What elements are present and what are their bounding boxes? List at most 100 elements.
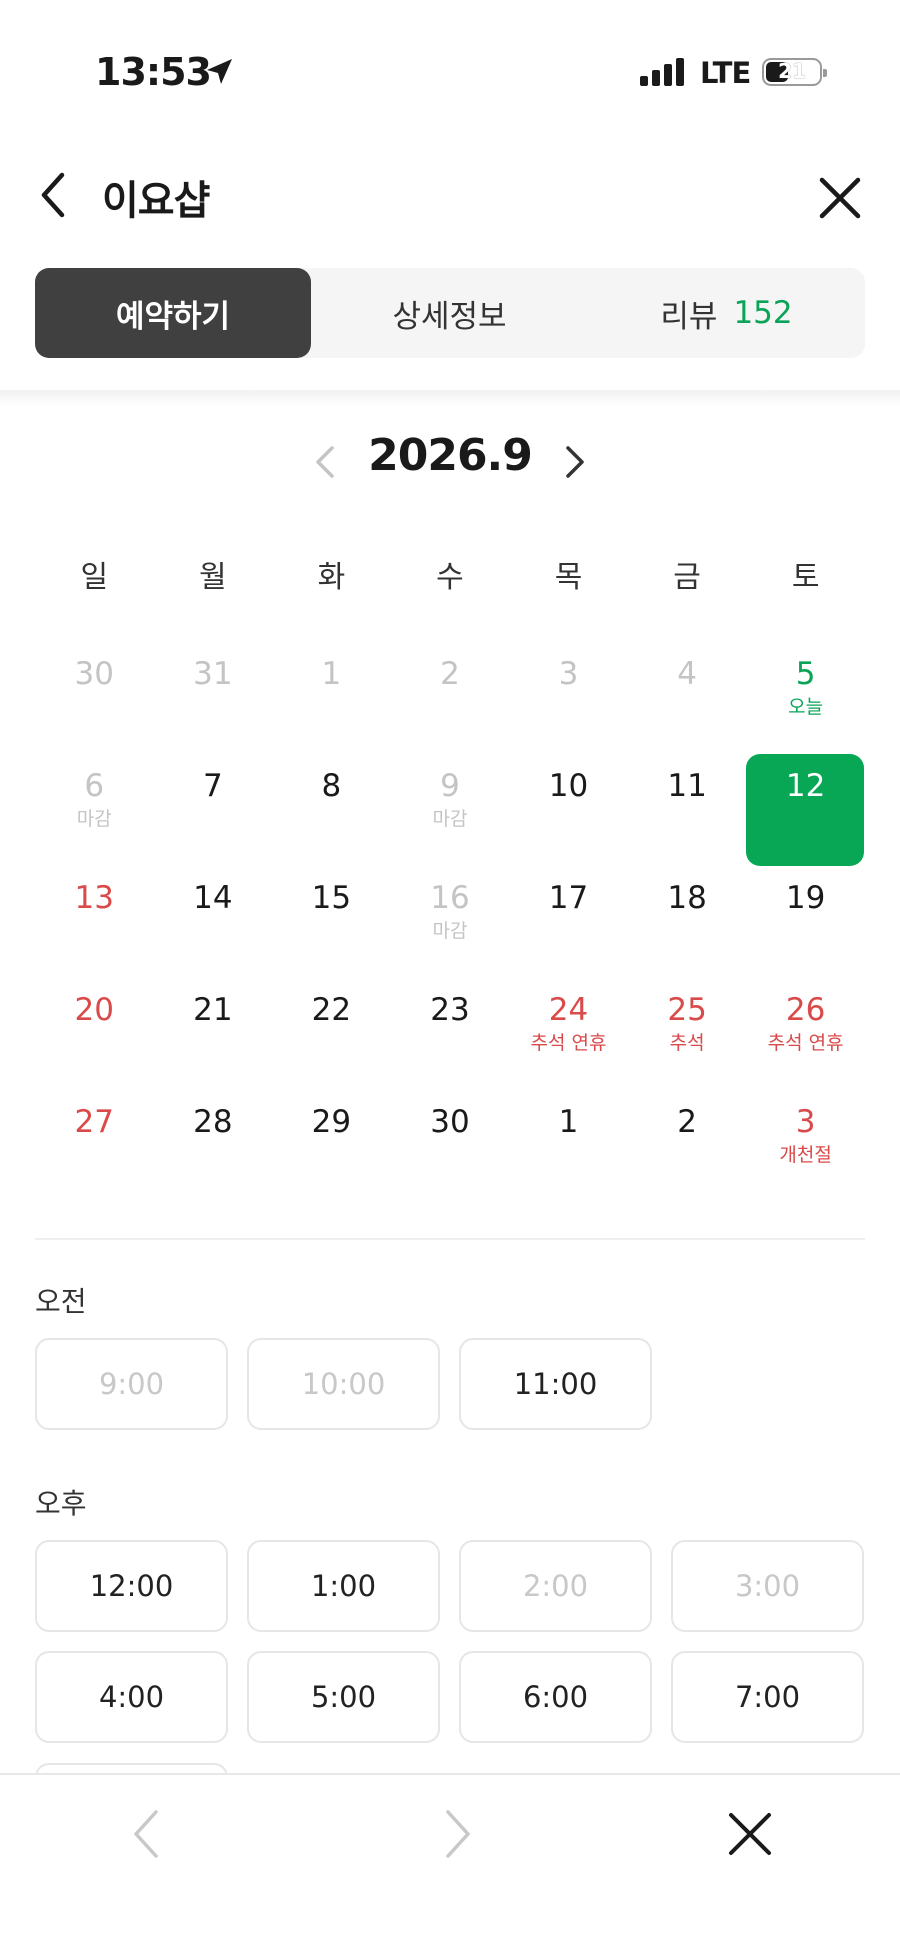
browser-forward-button[interactable] (438, 1806, 478, 1862)
prev-month-button[interactable] (310, 440, 340, 484)
browser-close-button[interactable] (725, 1806, 775, 1862)
time-slot-button[interactable]: 7:00 (671, 1651, 864, 1743)
time-slot-button: 2:00 (459, 1540, 652, 1632)
day-number: 2 (440, 656, 460, 692)
calendar-day[interactable]: 26 추석 연휴 (746, 968, 865, 1080)
section-shadow (0, 390, 900, 406)
calendar-day: 6 마감 (35, 744, 154, 856)
day-number: 3 (558, 656, 579, 692)
calendar-day[interactable]: 23 (391, 968, 510, 1080)
day-note: 오늘 (788, 696, 824, 718)
calendar-day[interactable]: 11 (628, 744, 747, 856)
weekday-label: 토 (791, 560, 820, 595)
back-button[interactable] (30, 165, 80, 225)
day-note: 마감 (76, 808, 112, 830)
day-number: 10 (548, 768, 589, 804)
calendar-grid: 30 31 1 2 3 4 5 오늘 6 마감 7 8 9 마감 10 11 12 13 14 15 16 마감 17 18 1… (35, 632, 865, 1192)
time-slot-button[interactable]: 4:00 (35, 1651, 228, 1743)
calendar-day[interactable]: 7 (154, 744, 273, 856)
time-slot-button: 9:00 (35, 1338, 228, 1430)
tab-reviews[interactable]: 리뷰 152 (588, 268, 865, 358)
location-arrow-icon (207, 59, 232, 84)
calendar-day[interactable]: 14 (154, 856, 273, 968)
day-number: 1 (558, 1104, 579, 1140)
time-slot-button[interactable]: 5:00 (247, 1651, 440, 1743)
calendar-day[interactable]: 24 추석 연휴 (509, 968, 628, 1080)
time-slot-button: 3:00 (671, 1540, 864, 1632)
status-time: 13:53 (95, 50, 212, 94)
next-month-button[interactable] (560, 440, 590, 484)
calendar-day[interactable]: 13 (35, 856, 154, 968)
weekday-label: 월 (199, 560, 227, 595)
day-note: 추석 연휴 (530, 1032, 607, 1054)
weekday-label: 수 (436, 560, 464, 595)
calendar-day: 31 (154, 632, 273, 744)
time-slot-button[interactable]: 11:00 (459, 1338, 652, 1430)
time-slot-button[interactable]: 6:00 (459, 1651, 652, 1743)
day-number: 18 (667, 880, 707, 916)
review-count: 152 (733, 295, 793, 331)
calendar-day-selected[interactable]: 12 (746, 744, 865, 866)
tab-reviews-label: 리뷰 (660, 298, 718, 335)
day-number: 13 (74, 880, 114, 916)
day-number: 9 (440, 768, 460, 804)
calendar-day[interactable]: 15 (272, 856, 391, 968)
weekday-label: 일 (80, 560, 109, 595)
calendar-day[interactable]: 1 (509, 1080, 628, 1192)
tab-details[interactable]: 상세정보 (311, 268, 588, 358)
day-number: 23 (430, 992, 470, 1028)
month-label: 2026.9 (368, 430, 533, 481)
day-number: 12 (785, 768, 826, 804)
calendar-day: 16 마감 (391, 856, 510, 968)
calendar-day[interactable]: 8 (272, 744, 391, 856)
divider (35, 1238, 865, 1240)
calendar-day[interactable]: 30 (391, 1080, 510, 1192)
am-time-slots: 9:00 10:00 11:00 (35, 1338, 865, 1430)
calendar-day[interactable]: 21 (154, 968, 273, 1080)
time-slot-button[interactable]: 1:00 (247, 1540, 440, 1632)
calendar-day: 4 (628, 632, 747, 744)
weekday-label: 화 (317, 560, 346, 595)
calendar-day[interactable]: 29 (272, 1080, 391, 1192)
calendar-day[interactable]: 27 (35, 1080, 154, 1192)
calendar-day[interactable]: 22 (272, 968, 391, 1080)
day-note: 개천절 (779, 1144, 832, 1166)
weekday-header: 일 월 화 수 목 금 토 (35, 552, 865, 602)
day-number: 7 (202, 768, 223, 804)
day-number: 30 (430, 1104, 470, 1140)
time-slot-button: 10:00 (247, 1338, 440, 1430)
calendar-day[interactable]: 19 (746, 856, 865, 968)
day-number: 25 (667, 992, 707, 1028)
day-number: 29 (311, 1104, 352, 1140)
day-note: 마감 (432, 808, 468, 830)
calendar-day[interactable]: 18 (628, 856, 747, 968)
calendar-day[interactable]: 10 (509, 744, 628, 856)
weekday-label: 금 (673, 560, 701, 595)
day-number: 16 (430, 880, 470, 916)
day-number: 26 (785, 992, 826, 1028)
weekday-label: 목 (554, 560, 583, 595)
day-number: 11 (667, 768, 707, 804)
day-number: 3 (795, 1104, 816, 1140)
calendar-day[interactable]: 28 (154, 1080, 273, 1192)
tab-bar: 예약하기 상세정보 리뷰 152 (35, 268, 865, 358)
calendar-day[interactable]: 25 추석 (628, 968, 747, 1080)
calendar-day[interactable]: 2 (628, 1080, 747, 1192)
browser-back-button[interactable] (126, 1806, 166, 1862)
time-slot-button[interactable]: 12:00 (35, 1540, 228, 1632)
calendar-day[interactable]: 3 개천절 (746, 1080, 865, 1192)
day-note: 추석 연휴 (767, 1032, 844, 1054)
close-button[interactable] (810, 168, 870, 228)
day-number: 5 (795, 656, 816, 692)
day-number: 8 (321, 768, 342, 804)
day-number: 17 (548, 880, 589, 916)
calendar-day: 3 (509, 632, 628, 744)
tab-reservation[interactable]: 예약하기 (35, 268, 311, 358)
day-number: 4 (677, 656, 697, 692)
calendar-day[interactable]: 20 (35, 968, 154, 1080)
cellular-signal-icon (640, 58, 684, 86)
calendar-day[interactable]: 5 오늘 (746, 632, 865, 744)
day-number: 21 (193, 992, 233, 1028)
calendar-day[interactable]: 17 (509, 856, 628, 968)
calendar-week: 20 21 22 23 24 추석 연휴 25 추석 26 추석 연휴 (35, 968, 865, 1080)
